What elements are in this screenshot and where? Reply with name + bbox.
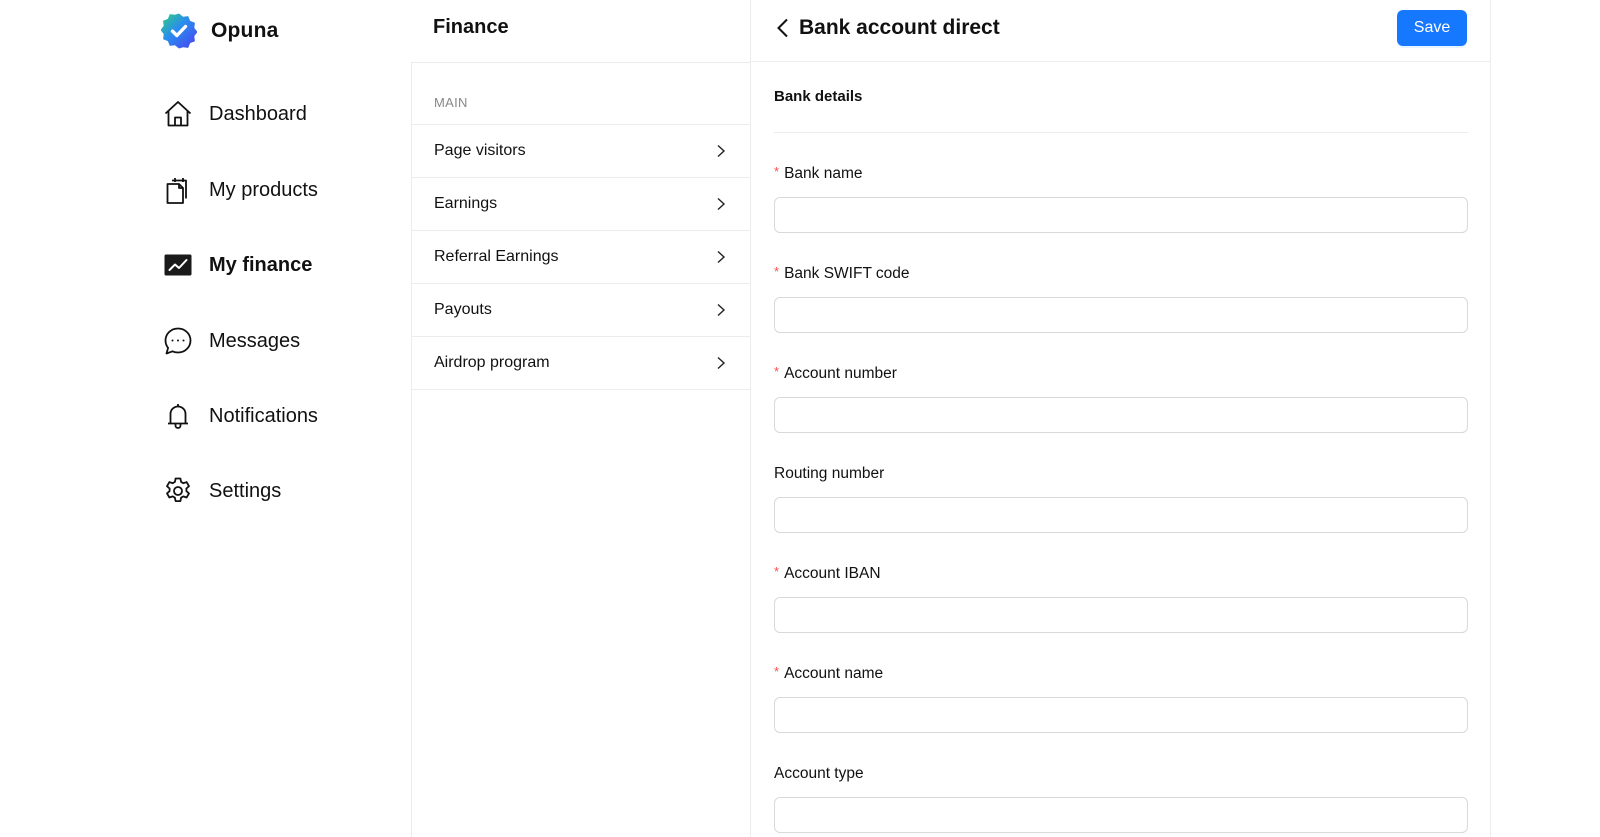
field-label-text: Routing number xyxy=(774,465,885,482)
back-button[interactable]: Bank account direct xyxy=(775,16,1000,40)
account-name-input[interactable] xyxy=(774,697,1468,733)
field-label-text: Account type xyxy=(774,765,864,782)
menu-item-earnings[interactable]: Earnings xyxy=(412,178,750,231)
field-account-number: * Account number xyxy=(774,365,1468,433)
menu-item-payouts[interactable]: Payouts xyxy=(412,284,750,337)
field-label-text: Bank SWIFT code xyxy=(784,265,910,282)
account-iban-input[interactable] xyxy=(774,597,1468,633)
field-account-type: Account type xyxy=(774,765,1468,833)
detail-header: Bank account direct Save xyxy=(751,0,1490,62)
section-label-main: MAIN xyxy=(412,63,750,125)
bank-name-input[interactable] xyxy=(774,197,1468,233)
finance-menu-panel: MAIN Page visitors Earnings Referral Ear… xyxy=(411,62,750,837)
nav-item-label: My products xyxy=(209,178,318,201)
verified-badge-icon xyxy=(161,13,197,49)
field-label: * Account name xyxy=(774,665,1468,687)
field-bank-name: * Bank name xyxy=(774,165,1468,233)
nav-item-label: My finance xyxy=(209,253,313,276)
finance-menu: Finance MAIN Page visitors Earnings Refe… xyxy=(411,0,750,837)
chevron-right-icon xyxy=(717,144,726,158)
home-icon xyxy=(161,97,195,131)
required-marker: * xyxy=(774,164,780,179)
field-label: Routing number xyxy=(774,465,1468,487)
clipboard-icon xyxy=(161,173,195,207)
menu-item-label: Referral Earnings xyxy=(434,248,559,265)
menu-item-label: Page visitors xyxy=(434,142,526,159)
nav-item-messages[interactable]: Messages xyxy=(161,321,300,361)
menu-item-referral-earnings[interactable]: Referral Earnings xyxy=(412,231,750,284)
required-marker: * xyxy=(774,364,780,379)
chevron-right-icon xyxy=(717,356,726,370)
menu-item-label: Payouts xyxy=(434,301,492,318)
field-label: * Account IBAN xyxy=(774,565,1468,587)
bank-account-panel: Bank account direct Save Bank details * … xyxy=(750,0,1491,837)
field-label: * Bank SWIFT code xyxy=(774,265,1468,287)
field-label: * Account number xyxy=(774,365,1468,387)
required-marker: * xyxy=(774,664,780,679)
section-title-bank-details: Bank details xyxy=(774,62,1468,133)
menu-item-label: Airdrop program xyxy=(434,354,550,371)
menu-item-page-visitors[interactable]: Page visitors xyxy=(412,125,750,178)
nav-item-label: Messages xyxy=(209,329,301,352)
required-marker: * xyxy=(774,564,780,579)
account-type-input[interactable] xyxy=(774,797,1468,833)
account-number-input[interactable] xyxy=(774,397,1468,433)
field-label-text: Bank name xyxy=(784,165,863,182)
nav-item-my-finance[interactable]: My finance xyxy=(161,245,312,285)
field-account-iban: * Account IBAN xyxy=(774,565,1468,633)
nav-item-label: Dashboard xyxy=(209,102,307,125)
save-button[interactable]: Save xyxy=(1397,10,1467,46)
chevron-right-icon xyxy=(717,303,726,317)
required-marker: * xyxy=(774,264,780,279)
brand[interactable]: Opuna xyxy=(161,12,279,50)
menu-item-airdrop-program[interactable]: Airdrop program xyxy=(412,337,750,390)
chat-bubble-icon xyxy=(161,324,195,358)
nav-item-dashboard[interactable]: Dashboard xyxy=(161,94,307,134)
field-label: * Bank name xyxy=(774,165,1468,187)
sidebar-nav: Opuna Dashboard My products My finance M… xyxy=(0,0,411,837)
field-label-text: Account name xyxy=(784,665,884,682)
field-label-text: Account number xyxy=(784,365,897,382)
page-title: Bank account direct xyxy=(799,16,1000,39)
brand-name: Opuna xyxy=(211,19,279,42)
chevron-right-icon xyxy=(717,197,726,211)
nav-item-label: Notifications xyxy=(209,404,318,427)
field-label-text: Account IBAN xyxy=(784,565,881,582)
chart-line-icon xyxy=(161,248,195,282)
bank-details-form: Bank details * Bank name * Bank SWIFT co… xyxy=(774,62,1468,833)
field-routing-number: Routing number xyxy=(774,465,1468,533)
finance-title: Finance xyxy=(433,16,509,38)
nav-item-my-products[interactable]: My products xyxy=(161,170,318,210)
nav-item-notifications[interactable]: Notifications xyxy=(161,396,318,436)
menu-item-label: Earnings xyxy=(434,195,498,212)
bell-icon xyxy=(161,399,195,433)
field-account-name: * Account name xyxy=(774,665,1468,733)
field-bank-swift-code: * Bank SWIFT code xyxy=(774,265,1468,333)
nav-item-label: Settings xyxy=(209,479,282,502)
routing-number-input[interactable] xyxy=(774,497,1468,533)
field-label: Account type xyxy=(774,765,1468,787)
bank-swift-code-input[interactable] xyxy=(774,297,1468,333)
chevron-right-icon xyxy=(717,250,726,264)
nav-item-settings[interactable]: Settings xyxy=(161,471,281,511)
gear-icon xyxy=(161,474,195,508)
chevron-left-icon xyxy=(777,18,788,38)
